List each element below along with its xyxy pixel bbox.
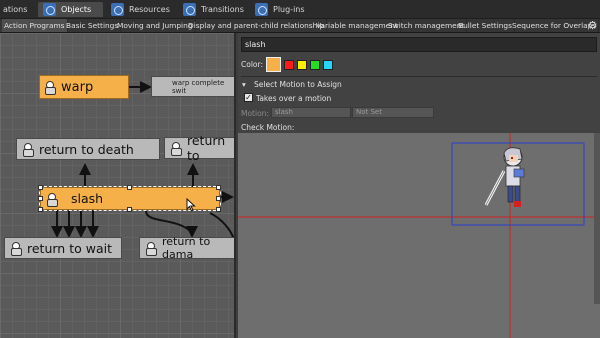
node-name-field[interactable]: slash [241, 37, 597, 52]
node-return-to-wait[interactable]: return to wait [4, 237, 122, 259]
divider [241, 76, 597, 77]
tab-objects[interactable]: Objects [38, 2, 103, 17]
resources-icon [111, 3, 124, 16]
resize-handle[interactable] [216, 196, 221, 201]
character-icon [9, 241, 23, 256]
character-sprite [484, 147, 525, 207]
motion-secondary-select[interactable]: Not Set [352, 107, 434, 118]
character-icon [45, 192, 59, 207]
tab-transitions[interactable]: Transitions [178, 2, 250, 17]
check-motion-label: Check Motion: [241, 123, 295, 132]
node-label: warp [61, 79, 94, 95]
tab-label: ations [3, 5, 28, 14]
color-swatch-green[interactable] [310, 60, 320, 70]
subtab-display-parent-child[interactable]: Display and parent-child relationship [186, 19, 328, 32]
motion-label: Motion: [241, 109, 269, 118]
tab-label: Objects [61, 5, 92, 14]
node-return-to-damage[interactable]: return to dama [139, 235, 234, 261]
character-icon [21, 142, 35, 157]
link-slash-damage [145, 210, 198, 238]
tab-label: Resources [129, 5, 170, 14]
subtab-basic-settings[interactable]: Basic Settings [64, 19, 122, 32]
resize-handle[interactable] [127, 185, 132, 190]
node-label: return to wait [27, 240, 112, 256]
character-icon [169, 141, 183, 156]
node-label: return to dama [162, 235, 211, 261]
transitions-icon [183, 3, 196, 16]
resize-handle[interactable] [38, 185, 43, 190]
action-program-canvas[interactable]: warp warp complete swit return to death … [0, 33, 236, 338]
node-label: warp complete swit [172, 78, 225, 95]
subtab-sequence-overlaps[interactable]: Sequence for Overlaps [510, 19, 600, 32]
node-return-to-top[interactable]: return to [164, 133, 234, 163]
takes-over-motion-label: Takes over a motion [256, 94, 332, 103]
select-motion-header: Select Motion to Assign [254, 80, 342, 89]
node-label: return to [187, 133, 226, 163]
node-label: slash [71, 191, 104, 206]
color-swatch-red[interactable] [284, 60, 294, 70]
main-tab-bar: ations Objects Resources Transitions Plu… [0, 0, 600, 19]
node-warp-complete[interactable]: warp complete swit [151, 76, 234, 97]
tab-label: Transitions [201, 5, 244, 14]
motion-select[interactable]: slash [271, 107, 351, 118]
node-warp[interactable]: warp [39, 75, 129, 99]
color-swatch-cyan[interactable] [323, 60, 333, 70]
tab-resources[interactable]: Resources [106, 2, 176, 17]
plugins-icon [255, 3, 268, 16]
node-properties-panel: slash Color: ▾ Select Motion to Assign ✓… [238, 33, 600, 338]
mouse-cursor-icon [186, 198, 196, 212]
resize-handle[interactable] [216, 185, 221, 190]
node-label: return to death [39, 141, 134, 157]
preview-scrollbar[interactable] [594, 133, 600, 304]
collapse-arrow-icon[interactable]: ▾ [242, 80, 246, 89]
tab-animations[interactable]: ations [0, 2, 38, 17]
tab-label: Plug-ins [273, 5, 305, 14]
character-icon [43, 80, 57, 95]
objects-icon [43, 3, 56, 16]
node-return-to-death[interactable]: return to death [16, 138, 160, 160]
subtab-moving-jumping[interactable]: Moving and Jumping [115, 19, 196, 32]
color-swatch-orange[interactable] [266, 57, 281, 72]
gear-icon[interactable]: ⚙ [587, 20, 598, 31]
object-sub-tabs: Action Programs Basic Settings Moving an… [0, 19, 600, 33]
tab-plugins[interactable]: Plug-ins [250, 2, 312, 17]
resize-handle[interactable] [38, 207, 43, 212]
takes-over-motion-checkbox[interactable]: ✓ [244, 93, 253, 102]
motion-preview-canvas [238, 133, 594, 338]
resize-handle[interactable] [216, 207, 221, 212]
color-swatch-yellow[interactable] [297, 60, 307, 70]
subtab-bullet-settings[interactable]: Bullet Settings [456, 19, 515, 32]
subtab-action-programs[interactable]: Action Programs [2, 19, 68, 32]
character-icon [144, 241, 158, 256]
resize-handle[interactable] [127, 207, 132, 212]
motion-preview-area[interactable] [238, 133, 600, 338]
resize-handle[interactable] [38, 196, 43, 201]
color-label: Color: [241, 60, 263, 69]
